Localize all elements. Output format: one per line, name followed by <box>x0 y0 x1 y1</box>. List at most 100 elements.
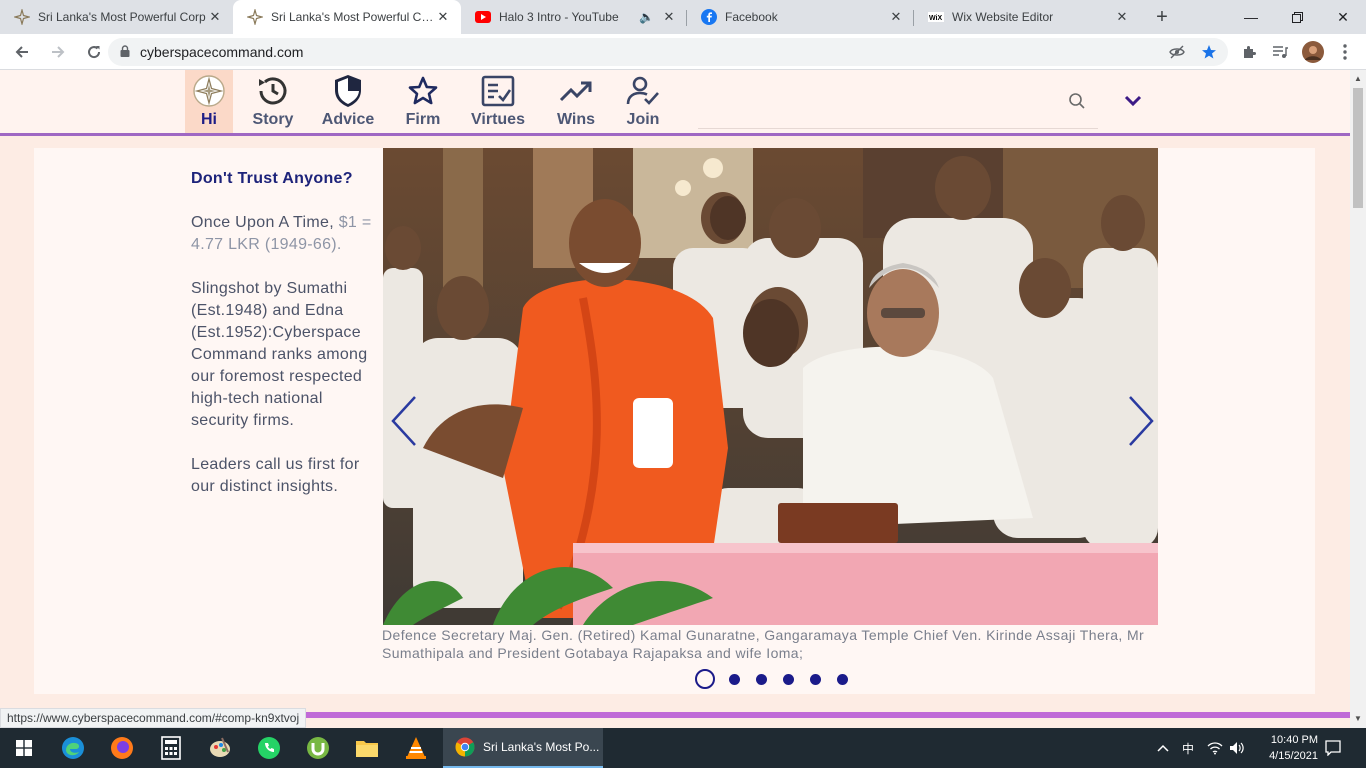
nav-item-hi[interactable]: Hi <box>185 70 233 133</box>
leaders-paragraph: Leaders call us first for our distinct i… <box>191 456 360 495</box>
tab-title: Halo 3 Intro - YouTube <box>499 10 619 24</box>
wix-icon: WiX <box>928 9 944 25</box>
nav-item-wins[interactable]: Wins <box>553 70 599 133</box>
browser-toolbar: cyberspacecommand.com <box>0 34 1366 70</box>
browser-tab-2-active[interactable]: Sri Lanka's Most Powerful Corp ✕ <box>233 0 461 34</box>
nav-item-virtues[interactable]: Virtues <box>468 70 528 133</box>
scroll-up-icon[interactable]: ▲ <box>1354 74 1362 83</box>
slide-dot-2[interactable] <box>729 673 740 685</box>
paint-icon[interactable] <box>195 728 244 768</box>
intro-text-column: Don't Trust Anyone? Once Upon A Time, $1… <box>191 168 376 520</box>
slideshow-pagination <box>695 669 864 689</box>
nav-label: Hi <box>201 111 217 128</box>
language-indicator[interactable]: 中 <box>1182 728 1194 768</box>
restore-button[interactable] <box>1274 0 1320 34</box>
clock-date: 4/15/2021 <box>1269 750 1318 762</box>
close-icon[interactable]: ✕ <box>888 9 904 25</box>
logo-star-icon <box>193 73 225 109</box>
lock-icon[interactable] <box>120 44 130 60</box>
nav-label: Wins <box>556 111 596 128</box>
nav-label: Join <box>626 111 660 128</box>
nav-item-advice[interactable]: Advice <box>318 70 378 133</box>
edge-browser-icon[interactable] <box>48 728 97 768</box>
tab-title: Sri Lanka's Most Powerful Corp <box>271 10 435 24</box>
notification-center-icon[interactable] <box>1325 728 1341 768</box>
browser-tab-5[interactable]: WiX Wix Website Editor ✕ <box>914 0 1140 34</box>
browser-tab-4[interactable]: Facebook ✕ <box>687 0 914 34</box>
slide-dot-6[interactable] <box>837 673 848 685</box>
profile-avatar[interactable] <box>1302 41 1324 63</box>
chevron-down-icon[interactable] <box>1123 94 1143 113</box>
close-window-button[interactable]: ✕ <box>1320 0 1366 34</box>
scroll-down-icon[interactable]: ▼ <box>1354 714 1362 723</box>
checklist-icon <box>481 73 515 109</box>
slideshow-prev-arrow[interactable] <box>389 395 419 447</box>
close-icon[interactable]: ✕ <box>435 9 451 25</box>
back-button[interactable] <box>6 36 38 68</box>
whatsapp-icon[interactable] <box>244 728 293 768</box>
calculator-icon[interactable] <box>146 728 195 768</box>
vlc-icon[interactable] <box>391 728 440 768</box>
reload-button[interactable] <box>78 36 110 68</box>
slide-dot-3[interactable] <box>756 673 767 685</box>
url-text: cyberspacecommand.com <box>140 44 304 60</box>
utorrent-icon[interactable] <box>293 728 342 768</box>
nav-label: Story <box>252 111 294 128</box>
eye-off-icon[interactable] <box>1168 43 1186 61</box>
tab-title: Wix Website Editor <box>952 10 1054 24</box>
taskbar-chrome-window[interactable]: Sri Lanka's Most Po... <box>443 728 603 768</box>
forward-button[interactable] <box>42 36 74 68</box>
taskbar-window-title: Sri Lanka's Most Po... <box>483 740 600 754</box>
history-paragraph: Slingshot by Sumathi (Est.1948) and Edna… <box>191 280 368 429</box>
page-scrollbar[interactable]: ▲ ▼ <box>1350 70 1366 728</box>
site-search-input[interactable] <box>698 128 1098 129</box>
facebook-icon <box>701 9 717 25</box>
system-clock[interactable]: 10:40 PM 4/15/2021 <box>1248 732 1318 764</box>
slide-dot-5[interactable] <box>810 673 821 685</box>
media-queue-icon[interactable] <box>1271 43 1289 61</box>
extensions-puzzle-icon[interactable] <box>1240 43 1258 61</box>
tray-overflow-icon[interactable] <box>1156 728 1170 768</box>
svg-text:WiX: WiX <box>929 15 942 22</box>
link-status-bubble: https://www.cyberspacecommand.com/#comp-… <box>0 708 307 728</box>
wifi-icon[interactable] <box>1207 728 1223 768</box>
tab-title: Sri Lanka's Most Powerful Corp <box>38 10 206 24</box>
history-icon <box>255 73 291 109</box>
speaker-icon[interactable]: 🔈 <box>639 10 655 24</box>
nav-item-story[interactable]: Story <box>247 70 299 133</box>
browser-tab-1[interactable]: Sri Lanka's Most Powerful Corp ✕ <box>0 0 233 34</box>
trend-up-icon <box>559 73 593 109</box>
file-explorer-icon[interactable] <box>342 728 391 768</box>
nav-label: Virtues <box>471 111 525 128</box>
web-page: Hi Story Advice Firm Virtues Wins Join D… <box>0 70 1350 728</box>
clock-time: 10:40 PM <box>1270 734 1318 746</box>
tab-strip: Sri Lanka's Most Powerful Corp ✕ Sri Lan… <box>0 0 1366 34</box>
address-bar[interactable]: cyberspacecommand.com <box>108 38 1228 66</box>
nav-item-join[interactable]: Join <box>621 70 665 133</box>
kebab-menu-icon[interactable] <box>1336 43 1354 61</box>
intro-paragraph: Once Upon A Time, $1 = 4.77 LKR (1949-66… <box>191 212 376 256</box>
shield-icon <box>333 73 363 109</box>
bookmark-star-icon[interactable] <box>1200 43 1218 61</box>
scrollbar-thumb[interactable] <box>1353 88 1363 208</box>
browser-tab-3[interactable]: Halo 3 Intro - YouTube 🔈 ✕ <box>461 0 687 34</box>
chrome-icon <box>455 737 475 757</box>
firefox-icon[interactable] <box>97 728 146 768</box>
compass-star-icon <box>14 9 30 25</box>
close-icon[interactable]: ✕ <box>1114 9 1130 25</box>
volume-icon[interactable] <box>1229 728 1245 768</box>
nav-item-firm[interactable]: Firm <box>400 70 446 133</box>
slide-dot-1[interactable] <box>695 669 715 689</box>
slideshow-image[interactable] <box>383 148 1158 625</box>
slide-dot-4[interactable] <box>783 673 794 685</box>
slideshow-next-arrow[interactable] <box>1126 395 1156 447</box>
search-icon[interactable] <box>1068 92 1086 115</box>
close-icon[interactable]: ✕ <box>207 9 223 25</box>
minimize-button[interactable]: — <box>1228 0 1274 34</box>
nav-label: Advice <box>321 111 375 128</box>
windows-start-icon[interactable] <box>0 728 48 768</box>
user-check-icon <box>626 73 660 109</box>
new-tab-button[interactable]: + <box>1148 0 1176 34</box>
intro-text: Once Upon A Time, <box>191 214 339 231</box>
close-icon[interactable]: ✕ <box>661 9 677 25</box>
